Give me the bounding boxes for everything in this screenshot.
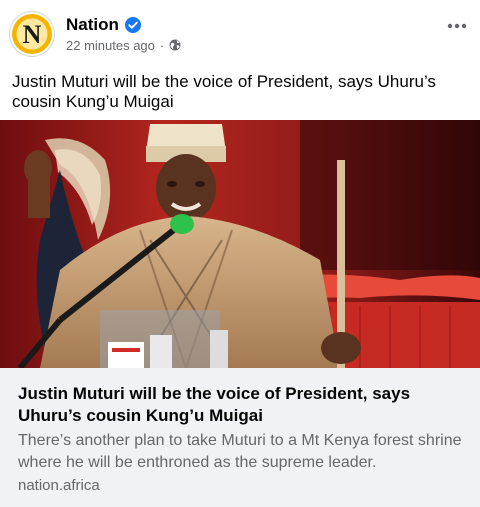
more-options-icon[interactable] [446, 18, 468, 34]
link-description: There’s another plan to take Muturi to a… [18, 432, 462, 471]
avatar-letter: N [23, 20, 42, 49]
post-meta: 22 minutes ago · [66, 36, 181, 54]
verified-badge-icon [124, 17, 141, 33]
post-header: N Nation 22 minutes ago · [0, 0, 480, 68]
speaker-photo [0, 120, 480, 368]
page-name-link[interactable]: Nation [66, 15, 119, 35]
nation-logo: N [12, 14, 52, 54]
link-title[interactable]: Justin Muturi will be the voice of Presi… [18, 383, 468, 427]
post-caption: Justin Muturi will be the voice of Presi… [12, 72, 436, 111]
author-row: Nation [66, 14, 141, 36]
page-avatar[interactable]: N [10, 12, 54, 56]
globe-icon [169, 39, 181, 51]
link-domain: nation.africa [18, 477, 100, 494]
meta-separator: · [159, 37, 165, 53]
post-timestamp[interactable]: 22 minutes ago [66, 38, 155, 53]
link-preview-card[interactable]: Justin Muturi will be the voice of Presi… [0, 368, 480, 507]
link-preview-image[interactable] [0, 120, 480, 368]
